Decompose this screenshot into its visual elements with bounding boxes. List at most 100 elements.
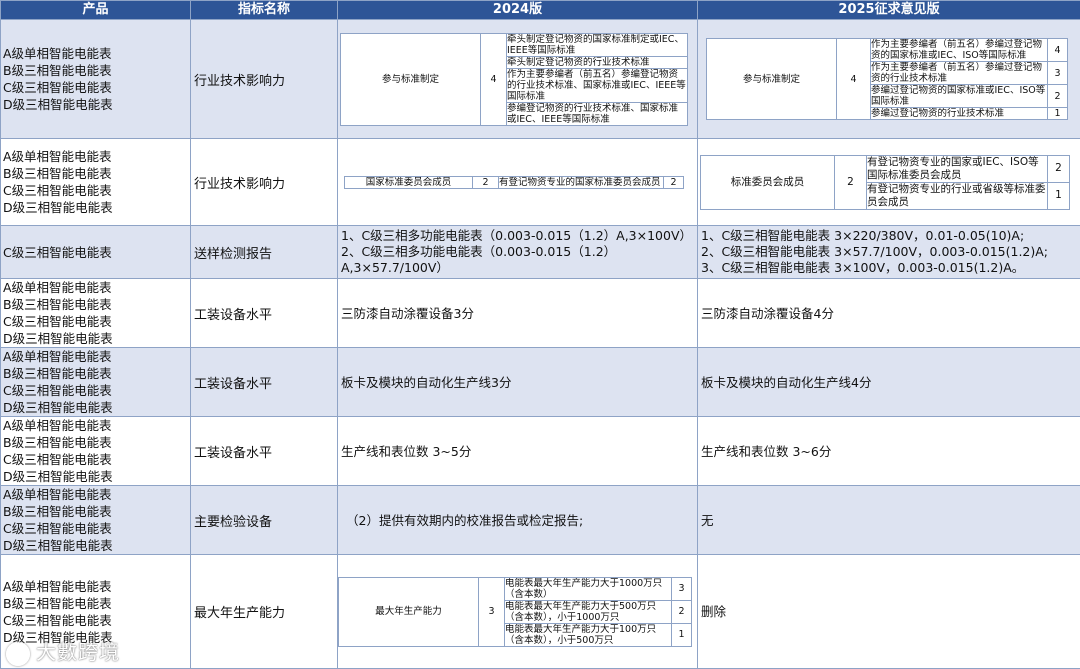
header-product: 产品 xyxy=(0,0,191,20)
indicator-name: 行业技术影响力 xyxy=(190,19,338,139)
product-list: A级单相智能电能表 B级三相智能电能表 C级三相智能电能表 D级三相智能电能表 xyxy=(0,138,191,226)
header-row: 产品 指标名称 2024版 2025征求意见版 xyxy=(0,0,1080,20)
criteria-item: 有登记物资专业的国家或IEC、ISO等国际标准委员会成员 xyxy=(866,154,1048,183)
header-2024: 2024版 xyxy=(337,0,698,20)
product-item: B级三相智能电能表 xyxy=(3,504,112,519)
criteria-2024: 板卡及模块的自动化生产线3分 xyxy=(337,347,698,417)
product-item: D级三相智能电能表 xyxy=(3,200,113,215)
criteria-item-score: 1 xyxy=(1047,107,1068,120)
product-item: C级三相智能电能表 xyxy=(3,183,112,198)
watermark: 大數跨境 xyxy=(6,636,120,666)
criteria-2024: 参与标准制定 4 牵头制定登记物资的国家标准制定或IEC、IEEE等国际标准 牵… xyxy=(337,19,698,139)
product-item: A级单相智能电能表 xyxy=(3,349,112,364)
criteria-item-score: 2 xyxy=(1047,84,1068,108)
criteria-2024: 生产线和表位数 3~5分 xyxy=(337,416,698,486)
table-row: A级单相智能电能表 B级三相智能电能表 C级三相智能电能表 D级三相智能电能表 … xyxy=(0,19,1080,139)
criteria-score: 4 xyxy=(836,38,871,120)
criteria-name: 最大年生产能力 xyxy=(338,576,479,647)
product-item: B级三相智能电能表 xyxy=(3,595,112,611)
criteria-item-score: 4 xyxy=(1047,38,1068,62)
criteria-subtable: 参与标准制定 4 牵头制定登记物资的国家标准制定或IEC、IEEE等国际标准 牵… xyxy=(340,32,688,126)
criteria-name: 国家标准委员会成员 xyxy=(344,175,473,189)
criteria-score: 3 xyxy=(478,576,505,647)
product-item: A级单相智能电能表 xyxy=(3,418,112,433)
criteria-item-score: 3 xyxy=(1047,61,1068,85)
product-item: C级三相智能电能表 xyxy=(0,225,191,279)
criteria-2024: 1、C级三相多功能电能表（0.003-0.015（1.2）A,3×100V） 2… xyxy=(337,225,698,279)
product-item: A级单相智能电能表 xyxy=(3,487,112,502)
criteria-name: 参与标准制定 xyxy=(706,38,837,120)
table-row: A级单相智能电能表 B级三相智能电能表 C级三相智能电能表 D级三相智能电能表 … xyxy=(0,347,1080,417)
criteria-score: 2 xyxy=(472,175,499,189)
criteria-item: 作为主要参编者（前五名）参编过登记物资的国家标准或IEC、ISO等国际标准 xyxy=(870,38,1048,62)
product-item: D级三相智能电能表 xyxy=(3,331,113,346)
product-item: A级单相智能电能表 xyxy=(3,46,112,61)
header-2025: 2025征求意见版 xyxy=(697,0,1080,20)
indicator-name: 行业技术影响力 xyxy=(190,138,338,226)
product-item: B级三相智能电能表 xyxy=(3,435,112,450)
criteria-item-score: 1 xyxy=(1047,181,1070,210)
indicator-name: 送样检测报告 xyxy=(190,225,338,279)
product-list: A级单相智能电能表 B级三相智能电能表 C级三相智能电能表 D级三相智能电能表 xyxy=(0,19,191,139)
table-row: C级三相智能电能表 送样检测报告 1、C级三相多功能电能表（0.003-0.01… xyxy=(0,225,1080,279)
product-item: C级三相智能电能表 xyxy=(3,521,112,536)
product-list: A级单相智能电能表 B级三相智能电能表 C级三相智能电能表 D级三相智能电能表 xyxy=(0,278,191,348)
criteria-name: 参与标准制定 xyxy=(340,32,481,126)
product-item: B级三相智能电能表 xyxy=(3,366,112,381)
criteria-2024: 三防漆自动涂覆设备3分 xyxy=(337,278,698,348)
indicator-name: 工装设备水平 xyxy=(190,278,338,348)
criteria-item: 牵头制定登记物资的国家标准制定或IEC、IEEE等国际标准 xyxy=(506,32,688,57)
product-item: C级三相智能电能表 xyxy=(3,383,112,398)
watermark-text: 大數跨境 xyxy=(36,640,120,664)
criteria-item: 电能表最大年生产能力大于100万只（含本数），小于500万只 xyxy=(504,622,672,647)
criteria-item: 参编过登记物资的行业技术标准 xyxy=(870,107,1048,120)
criteria-subtable: 最大年生产能力 3 电能表最大年生产能力大于1000万只（含本数） 3 电能表最… xyxy=(338,576,692,647)
criteria-item: 有登记物资专业的行业或省级等标准委员会成员 xyxy=(866,181,1048,210)
criteria-score: 2 xyxy=(834,154,867,210)
criteria-2025: 删除 xyxy=(697,554,1080,669)
criteria-item-score: 2 xyxy=(1047,154,1070,183)
product-list: A级单相智能电能表 B级三相智能电能表 C级三相智能电能表 D级三相智能电能表 xyxy=(0,485,191,555)
criteria-2025: 板卡及模块的自动化生产线4分 xyxy=(697,347,1080,417)
product-list: A级单相智能电能表 B级三相智能电能表 C级三相智能电能表 D级三相智能电能表 xyxy=(0,416,191,486)
criteria-item: 电能表最大年生产能力大于1000万只（含本数） xyxy=(504,576,672,601)
criteria-2024: 最大年生产能力 3 电能表最大年生产能力大于1000万只（含本数） 3 电能表最… xyxy=(337,554,698,669)
criteria-item: 牵头制定登记物资的行业技术标准 xyxy=(506,55,688,69)
criteria-2025: 参与标准制定 4 作为主要参编者（前五名）参编过登记物资的国家标准或IEC、IS… xyxy=(697,19,1080,139)
product-item: D级三相智能电能表 xyxy=(3,400,113,415)
criteria-item-score: 3 xyxy=(671,576,692,601)
criteria-2025: 1、C级三相智能电能表 3×220/380V，0.01-0.05(10)A; 2… xyxy=(697,225,1080,279)
criteria-subtable: 标准委员会成员 2 有登记物资专业的国家或IEC、ISO等国际标准委员会成员 2… xyxy=(700,154,1070,210)
indicator-name: 最大年生产能力 xyxy=(190,554,338,669)
table-row: A级单相智能电能表 B级三相智能电能表 C级三相智能电能表 D级三相智能电能表 … xyxy=(0,554,1080,669)
criteria-2025: 标准委员会成员 2 有登记物资专业的国家或IEC、ISO等国际标准委员会成员 2… xyxy=(697,138,1080,226)
criteria-2025: 生产线和表位数 3~6分 xyxy=(697,416,1080,486)
criteria-2025: 无 xyxy=(697,485,1080,555)
criteria-item: 作为主要参编者（前五名）参编登记物资的行业技术标准、国家标准或IEC、IEEE等… xyxy=(506,67,688,103)
criteria-item: 电能表最大年生产能力大于500万只（含本数），小于1000万只 xyxy=(504,599,672,624)
table-row: A级单相智能电能表 B级三相智能电能表 C级三相智能电能表 D级三相智能电能表 … xyxy=(0,278,1080,348)
criteria-2025: 三防漆自动涂覆设备4分 xyxy=(697,278,1080,348)
product-item: D级三相智能电能表 xyxy=(3,97,113,112)
criteria-item: 有登记物资专业的国家标准委员会成员 xyxy=(498,175,664,189)
criteria-subtable: 国家标准委员会成员 2 有登记物资专业的国家标准委员会成员 2 xyxy=(344,175,684,189)
product-item: A级单相智能电能表 xyxy=(3,280,112,295)
watermark-logo-icon xyxy=(6,641,30,666)
product-item: C级三相智能电能表 xyxy=(3,612,112,628)
product-item: C级三相智能电能表 xyxy=(3,452,112,467)
product-item: A级单相智能电能表 xyxy=(3,149,112,164)
table-row: A级单相智能电能表 B级三相智能电能表 C级三相智能电能表 D级三相智能电能表 … xyxy=(0,138,1080,226)
table-row: A级单相智能电能表 B级三相智能电能表 C级三相智能电能表 D级三相智能电能表 … xyxy=(0,416,1080,486)
product-item: D级三相智能电能表 xyxy=(3,538,113,553)
indicator-name: 工装设备水平 xyxy=(190,347,338,417)
criteria-item-score: 2 xyxy=(671,599,692,624)
table-row: A级单相智能电能表 B级三相智能电能表 C级三相智能电能表 D级三相智能电能表 … xyxy=(0,485,1080,555)
product-item: D级三相智能电能表 xyxy=(3,469,113,484)
product-item: C级三相智能电能表 xyxy=(3,314,112,329)
criteria-name: 标准委员会成员 xyxy=(700,154,835,210)
criteria-item: 作为主要参编者（前五名）参编过登记物资的行业技术标准 xyxy=(870,61,1048,85)
indicator-name: 主要检验设备 xyxy=(190,485,338,555)
product-item: B级三相智能电能表 xyxy=(3,63,112,78)
criteria-2024: 国家标准委员会成员 2 有登记物资专业的国家标准委员会成员 2 xyxy=(337,138,698,226)
criteria-2024: （2）提供有效期内的校准报告或检定报告; xyxy=(337,485,698,555)
